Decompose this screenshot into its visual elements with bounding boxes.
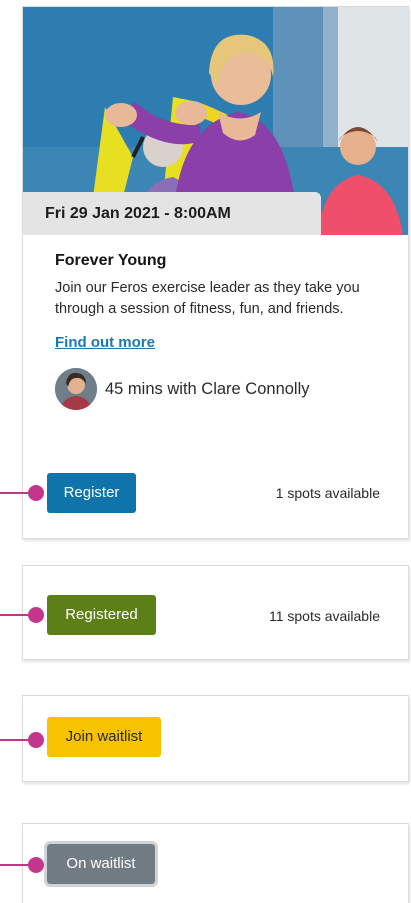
registered-card: Registered 11 spots available [22, 565, 409, 660]
event-details: Forever Young Join our Feros exercise le… [55, 252, 388, 410]
find-out-more-link[interactable]: Find out more [55, 334, 155, 351]
registered-button[interactable]: Registered [47, 595, 156, 635]
join-waitlist-button[interactable]: Join waitlist [47, 717, 161, 757]
event-card: Fri 29 Jan 2021 - 8:00AM Forever Young J… [22, 6, 409, 539]
event-title: Forever Young [55, 252, 167, 269]
annotation-pointer-dot [28, 857, 44, 873]
on-waitlist-card: On waitlist [22, 823, 409, 903]
leader-row: 45 mins with Clare Connolly [55, 368, 388, 410]
event-photo: Fri 29 Jan 2021 - 8:00AM [23, 7, 408, 235]
join-waitlist-card: Join waitlist [22, 695, 409, 782]
event-date: Fri 29 Jan 2021 - 8:00AM [23, 192, 321, 235]
on-waitlist-button[interactable]: On waitlist [44, 841, 158, 887]
register-button[interactable]: Register [47, 473, 136, 513]
annotation-pointer-dot [28, 732, 44, 748]
spots-available: 1 spots available [275, 485, 380, 501]
spots-available: 11 spots available [268, 608, 380, 624]
annotation-pointer-dot [28, 607, 44, 623]
event-description: Join our Feros exercise leader as they t… [55, 280, 360, 317]
avatar [55, 368, 97, 410]
leader-info: 45 mins with Clare Connolly [105, 379, 310, 398]
annotation-pointer-dot [28, 485, 44, 501]
